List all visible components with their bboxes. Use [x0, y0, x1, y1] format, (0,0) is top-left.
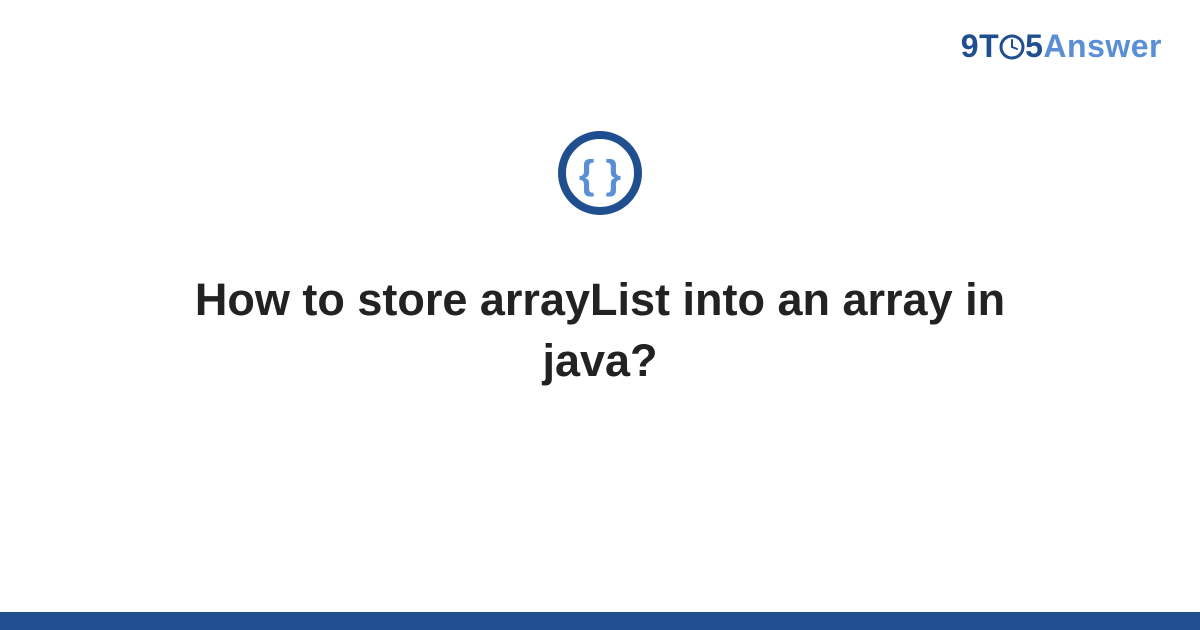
code-braces-icon: { } — [557, 130, 643, 216]
logo-t: T — [979, 28, 999, 64]
main-content: { } How to store arrayList into an array… — [0, 130, 1200, 392]
svg-text:{ }: { } — [579, 153, 621, 197]
logo-nine: 9 — [961, 28, 979, 64]
logo-answer: Answer — [1043, 28, 1162, 64]
site-logo: 9T5Answer — [961, 28, 1162, 65]
question-title: How to store arrayList into an array in … — [150, 270, 1050, 392]
footer-bar — [0, 612, 1200, 630]
logo-clock-icon — [999, 31, 1025, 57]
logo-five: 5 — [1025, 28, 1043, 64]
